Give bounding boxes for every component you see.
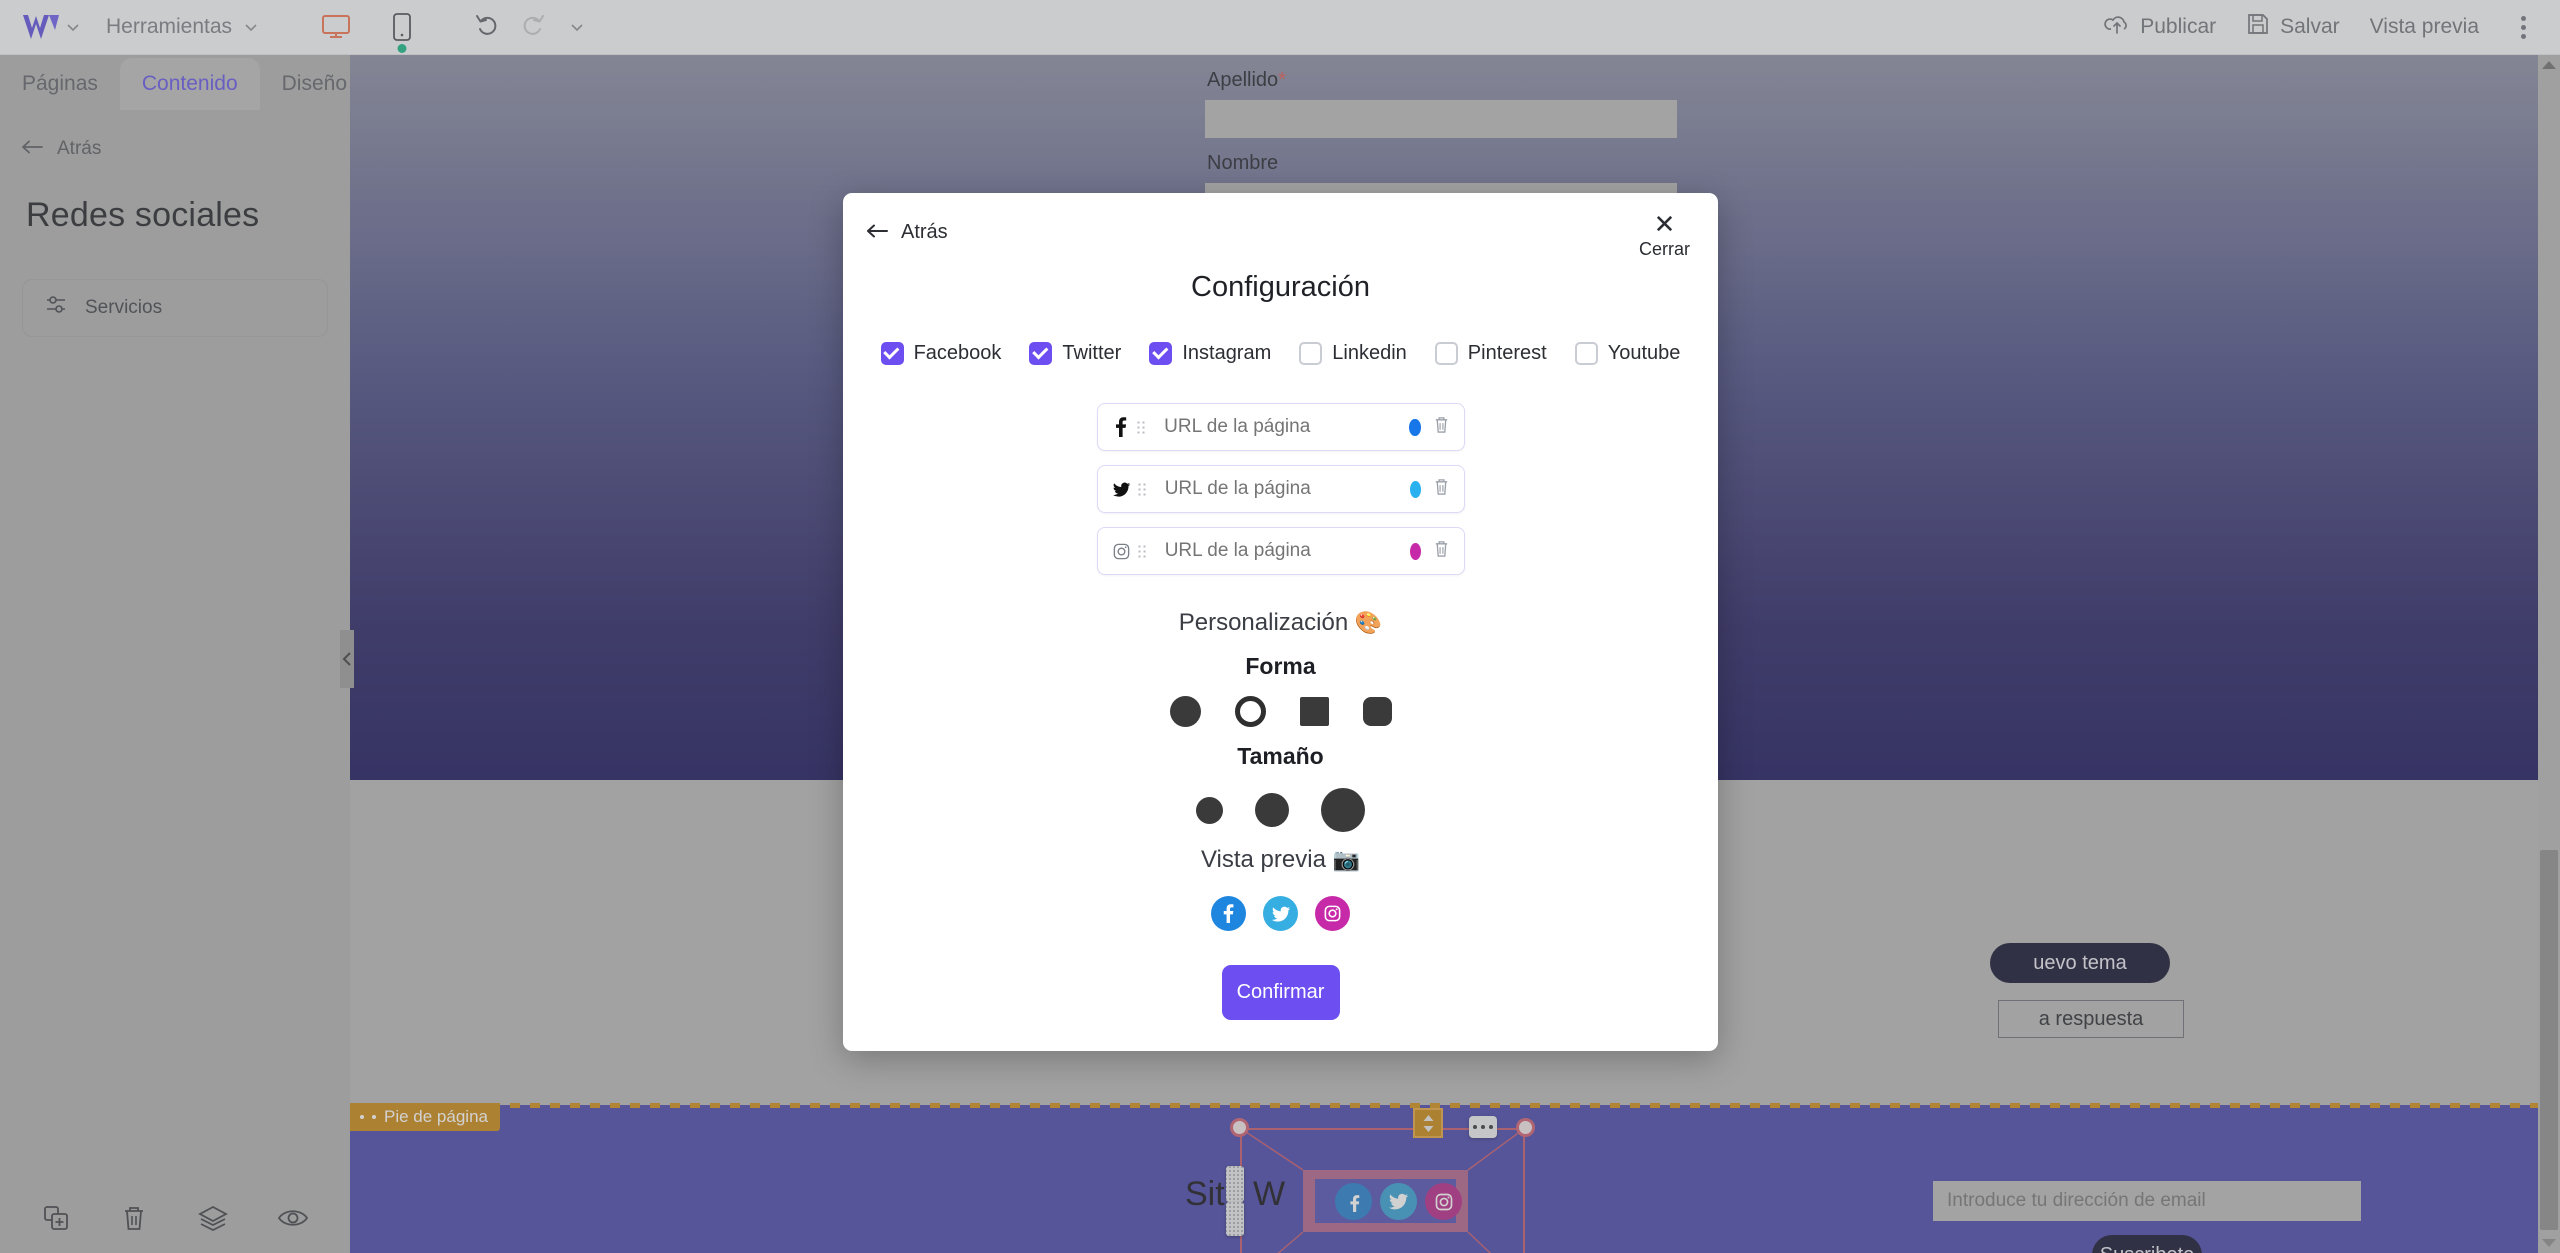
url-row-facebook[interactable]	[1096, 403, 1465, 451]
checkbox-facebook[interactable]: Facebook	[880, 342, 1002, 365]
drag-grip-icon[interactable]	[1136, 544, 1147, 558]
size-option-large[interactable]	[1321, 788, 1365, 832]
preview-label: Vista previa	[1200, 846, 1326, 873]
checkbox-youtube[interactable]: Youtube	[1574, 342, 1681, 365]
instagram-icon	[1112, 542, 1131, 561]
color-swatch[interactable]	[1409, 418, 1421, 436]
checkbox-box[interactable]	[1029, 342, 1053, 365]
personalization-label: Personalización	[1178, 609, 1349, 636]
checkbox-label: Youtube	[1607, 342, 1681, 364]
url-row-list	[843, 403, 1718, 575]
url-input[interactable]	[1164, 478, 1410, 500]
checkbox-box[interactable]	[1299, 342, 1323, 365]
checkbox-twitter[interactable]: Twitter	[1029, 342, 1121, 365]
checkbox-label: Linkedin	[1332, 342, 1407, 364]
drag-grip-icon[interactable]	[1135, 420, 1147, 434]
social-settings-modal: Atrás ✕ Cerrar Configuración Facebook Tw…	[843, 193, 1718, 1051]
arrow-left-icon	[866, 221, 889, 244]
checkbox-box[interactable]	[880, 342, 904, 365]
shape-option-ring[interactable]	[1234, 696, 1266, 727]
size-options	[843, 788, 1718, 832]
delete-row-icon[interactable]	[1433, 539, 1450, 563]
modal-close-button[interactable]: ✕ Cerrar	[1639, 211, 1690, 260]
shape-heading: Forma	[1245, 653, 1316, 679]
palette-icon: 🎨	[1354, 610, 1383, 635]
preview-heading: Vista previa 📷	[843, 846, 1718, 874]
checkbox-label: Pinterest	[1467, 342, 1547, 364]
checkbox-box[interactable]	[1149, 342, 1173, 365]
size-option-medium[interactable]	[1255, 793, 1289, 827]
confirm-button[interactable]: Confirmar	[1221, 965, 1340, 1020]
modal-title: Configuración	[1191, 271, 1370, 303]
color-swatch[interactable]	[1409, 542, 1421, 560]
preview-twitter-icon[interactable]	[1263, 896, 1298, 931]
delete-row-icon[interactable]	[1433, 415, 1450, 439]
twitter-icon	[1112, 480, 1131, 499]
url-input[interactable]	[1164, 540, 1410, 562]
preview-facebook-icon[interactable]	[1211, 896, 1246, 931]
checkbox-label: Instagram	[1182, 342, 1272, 364]
modal-close-label: Cerrar	[1638, 239, 1690, 259]
size-heading: Tamaño	[1237, 743, 1324, 769]
checkbox-box[interactable]	[1434, 342, 1458, 365]
url-row-instagram[interactable]	[1096, 527, 1465, 575]
color-swatch[interactable]	[1409, 480, 1421, 498]
checkbox-instagram[interactable]: Instagram	[1149, 342, 1271, 365]
shape-options	[843, 696, 1718, 727]
checkbox-pinterest[interactable]: Pinterest	[1434, 342, 1547, 365]
facebook-icon	[1112, 417, 1130, 437]
checkbox-box[interactable]	[1574, 342, 1598, 365]
modal-back-label: Atrás	[901, 221, 948, 243]
preview-instagram-icon[interactable]	[1315, 896, 1350, 931]
shape-option-rounded[interactable]	[1362, 697, 1392, 726]
shape-option-circle[interactable]	[1169, 696, 1201, 727]
delete-row-icon[interactable]	[1433, 477, 1450, 501]
drag-grip-icon[interactable]	[1136, 482, 1147, 496]
modal-back-button[interactable]: Atrás	[866, 221, 948, 244]
url-input[interactable]	[1164, 416, 1410, 438]
checkbox-label: Facebook	[913, 342, 1002, 364]
checkbox-label: Twitter	[1062, 342, 1122, 364]
url-row-twitter[interactable]	[1096, 465, 1465, 513]
close-icon: ✕	[1653, 209, 1676, 239]
size-option-small[interactable]	[1196, 796, 1223, 824]
checkbox-linkedin[interactable]: Linkedin	[1299, 342, 1407, 365]
camera-icon: 📷	[1332, 847, 1361, 872]
preview-icons	[843, 896, 1718, 931]
shape-option-square[interactable]	[1299, 697, 1329, 726]
personalization-heading: Personalización 🎨	[843, 609, 1718, 637]
network-checkbox-group: Facebook Twitter Instagram Linkedin Pint…	[843, 342, 1718, 365]
